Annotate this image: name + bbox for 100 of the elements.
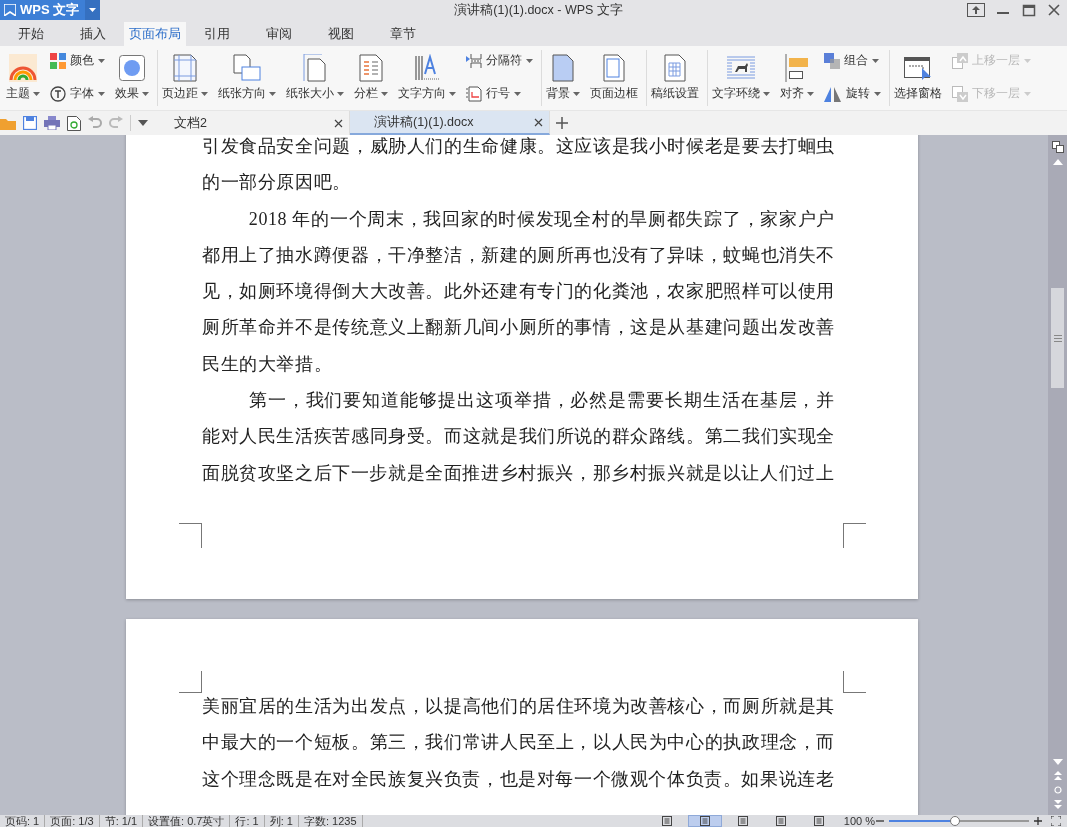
- ribbon-button[interactable]: 纸张大小: [284, 50, 346, 106]
- caret-icon: [763, 91, 770, 96]
- close-icon[interactable]: [334, 118, 343, 128]
- page-margins-icon: [172, 54, 198, 82]
- ribbon-tab[interactable]: 开始: [0, 22, 62, 46]
- fullscreen-view-icon: [661, 816, 672, 826]
- letter-t-icon: [50, 85, 66, 102]
- ribbon-button[interactable]: 文字方向: [396, 50, 458, 106]
- page-corner-mark: [843, 522, 866, 548]
- ribbon-button[interactable]: 组合: [822, 52, 883, 69]
- ribbon-tab[interactable]: 插入: [62, 22, 124, 46]
- caret-icon: [526, 58, 533, 63]
- caret-icon: [98, 58, 105, 63]
- zoom-level: 100 %: [843, 815, 875, 827]
- caret-icon: [89, 8, 97, 12]
- page-corner-mark: [843, 670, 866, 693]
- caret-icon: [514, 91, 521, 96]
- line-numbers-icon: [466, 85, 482, 102]
- caret-icon: [98, 91, 105, 96]
- save-icon[interactable]: [23, 116, 37, 130]
- outline-view-icon: [737, 816, 748, 826]
- caret-icon: [381, 91, 388, 96]
- ribbon-button[interactable]: 稿纸设置: [649, 50, 701, 106]
- rotate-icon: [824, 85, 842, 102]
- page-break-icon: [466, 52, 482, 69]
- align-icon: [785, 54, 809, 82]
- caret-icon: [449, 91, 456, 96]
- ribbon-button[interactable]: 对齐: [778, 50, 816, 106]
- page-view-icon: [699, 816, 710, 826]
- ribbon-tab[interactable]: 页面布局: [124, 22, 186, 46]
- window-title: 演讲稿(1)(1).docx - WPS 文字: [453, 1, 624, 19]
- app-menu-button[interactable]: WPS 文字: [0, 0, 101, 20]
- status-field: 页码: 1: [0, 815, 46, 827]
- caret-icon: [1024, 58, 1031, 63]
- bring-forward-icon: [952, 52, 968, 69]
- page-border-icon: [603, 54, 625, 82]
- page-corner-mark: [179, 522, 202, 548]
- ribbon-tab[interactable]: 引用: [186, 22, 248, 46]
- w-logo-icon: [4, 4, 16, 16]
- body-paragraph: 第一，我们要知道能够提出这项举措，必然是需要长期生活在基层，并能对人民生活疾苦感同身受。而这就是我们所说的群众路线。第二我们实现全面脱贫攻坚之后下一步就是全面推进乡村振兴，那乡村振兴就是以让人们过上: [202, 389, 835, 485]
- selection-pane-icon: [904, 55, 932, 81]
- grip-icon: [1053, 334, 1062, 342]
- fit-window-icon[interactable]: [1051, 816, 1061, 826]
- group-icon: [824, 52, 840, 69]
- caret-icon[interactable]: [138, 120, 148, 126]
- ribbon-tab[interactable]: 章节: [372, 22, 434, 46]
- ribbon-tab[interactable]: 视图: [310, 22, 372, 46]
- document-tab[interactable]: 演讲稿(1)(1).docx: [350, 111, 550, 135]
- zoom-in-icon[interactable]: [1033, 816, 1043, 826]
- ribbon-button[interactable]: 分隔符: [464, 52, 535, 69]
- view-button[interactable]: [687, 815, 722, 827]
- send-backward-icon: [952, 85, 968, 102]
- page-size-icon: [302, 54, 328, 82]
- scrollbar[interactable]: [1048, 135, 1067, 815]
- web-view-icon: [775, 816, 786, 826]
- columns-icon: [359, 54, 383, 82]
- body-paragraph: 2018 年的一个周末，我回家的时候发现全村的旱厕都失踪了，家家户户都用上了抽水蹲便器，干净整洁，新建的厕所再也没有了异味，蚊蝇也消失不见，如厕环境得倒大大改善。此外还建有专门的化粪池，农家肥照样可以使用厕所革命并不是传统意义上翻新几间小厕所的事情，这是从基建问题出发改善民生的大举措。: [202, 207, 835, 376]
- ribbon-button[interactable]: 页边距: [160, 50, 210, 106]
- color-grid-icon: [50, 52, 66, 69]
- upload-icon[interactable]: [967, 3, 985, 17]
- caret-icon: [807, 91, 814, 96]
- status-field: 节: 1/1: [99, 815, 144, 827]
- ribbon-button[interactable]: 页面边框: [588, 50, 640, 106]
- ribbon-button[interactable]: 字体: [48, 85, 107, 102]
- close-icon[interactable]: [534, 117, 543, 127]
- ribbon-button[interactable]: 分栏: [352, 50, 390, 106]
- ribbon-button[interactable]: 选择窗格: [892, 50, 944, 106]
- ribbon-button[interactable]: 背景: [544, 50, 582, 106]
- ribbon-button[interactable]: 旋转: [822, 85, 883, 102]
- caret-icon: [201, 91, 208, 96]
- caret-icon: [337, 91, 344, 96]
- grid-paper-icon: [664, 54, 686, 82]
- caret-icon: [573, 91, 580, 96]
- ribbon-button[interactable]: 主题: [4, 50, 42, 106]
- ribbon-button[interactable]: 纸张方向: [216, 50, 278, 106]
- status-field: 页面: 1/3: [45, 815, 100, 827]
- ribbon-button[interactable]: 行号: [464, 85, 535, 102]
- status-field: 行: 1: [230, 815, 265, 827]
- slider-handle[interactable]: [949, 816, 960, 826]
- status-field: 列: 1: [264, 815, 299, 827]
- status-field: 设置值: 0.7英寸: [143, 815, 231, 827]
- caret-icon: [874, 91, 881, 96]
- page-orientation-icon: [232, 54, 262, 82]
- close-icon[interactable]: [1047, 3, 1061, 17]
- caret-icon: [1024, 91, 1031, 96]
- body-paragraph: 引发食品安全问题，威胁人们的生命健康。这应该是我小时候老是要去打蛔虫的一部分原因吧。: [202, 135, 835, 195]
- text-direction-icon: [414, 54, 440, 82]
- ribbon-tab[interactable]: 审阅: [248, 22, 310, 46]
- ribbon-button[interactable]: 文字环绕: [710, 50, 772, 106]
- ribbon-button[interactable]: 颜色: [48, 52, 107, 69]
- scroll-thumb[interactable]: [1051, 288, 1064, 388]
- page-background-icon: [552, 54, 574, 82]
- caret-icon: [142, 91, 149, 96]
- print-preview-icon[interactable]: [67, 115, 81, 131]
- add-icon[interactable]: [556, 117, 568, 129]
- page-corner-mark: [179, 670, 202, 693]
- maximize-icon[interactable]: [1021, 3, 1037, 17]
- ribbon-button[interactable]: 效果: [113, 50, 151, 106]
- print-icon[interactable]: [44, 116, 60, 130]
- rainbow-icon: [9, 54, 37, 82]
